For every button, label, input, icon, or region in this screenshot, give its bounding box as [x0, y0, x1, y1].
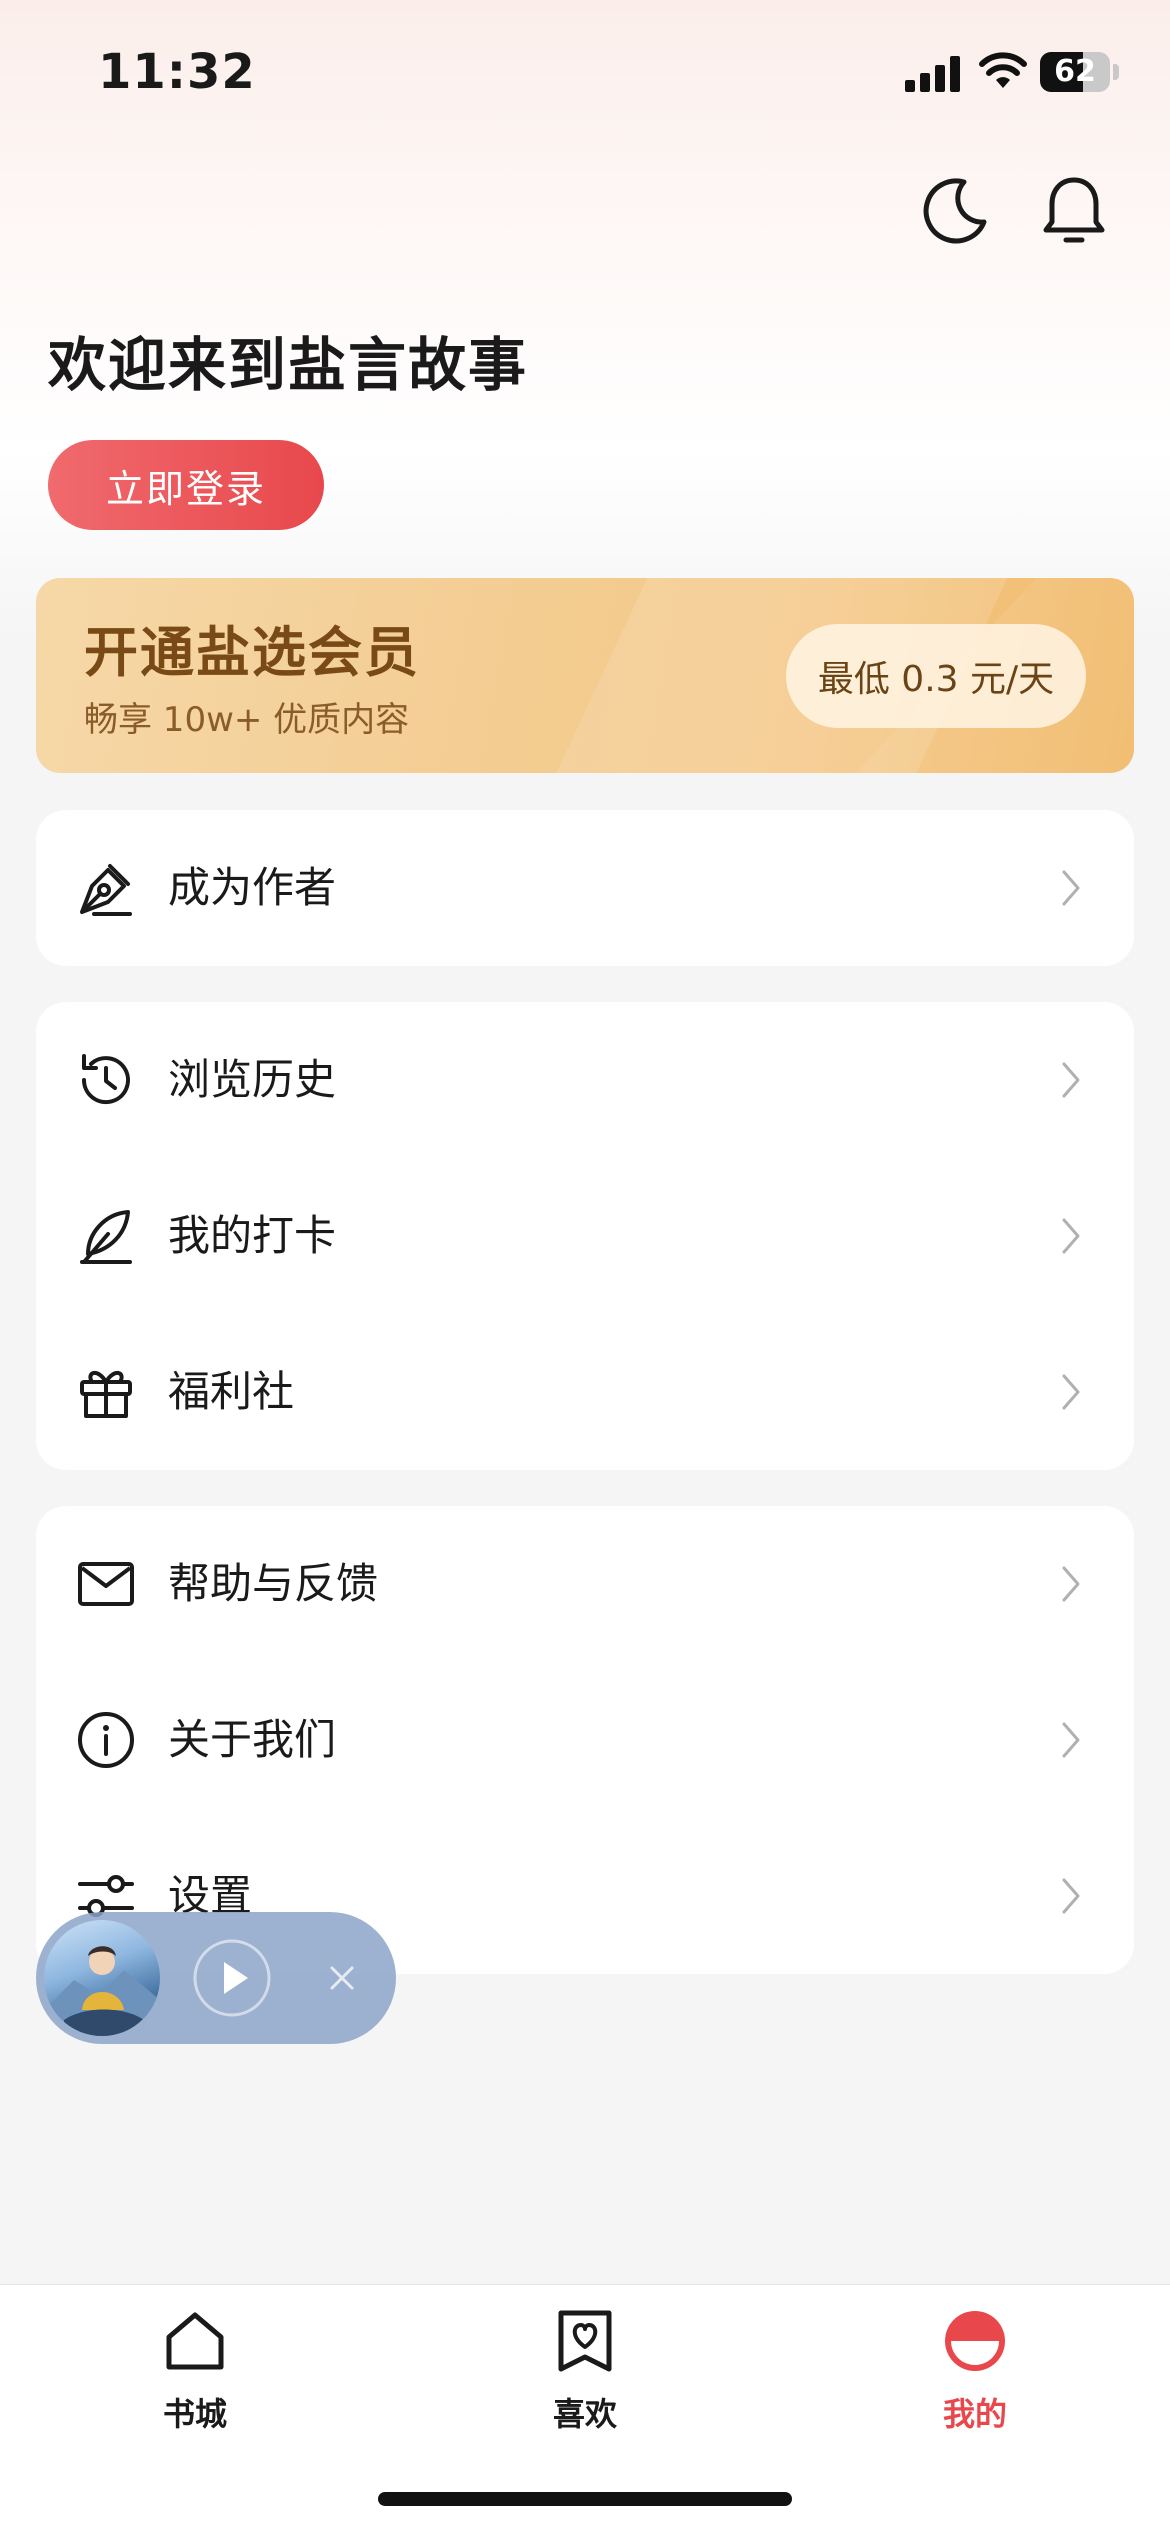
- battery-icon: 62: [1040, 52, 1110, 92]
- menu-item-label: 成为作者: [168, 863, 337, 912]
- mini-audio-player[interactable]: [36, 1912, 396, 2044]
- status-time: 11:32: [98, 44, 256, 100]
- vip-subtitle: 畅享 10w+ 优质内容: [84, 700, 410, 740]
- heart-bookmark-icon: [558, 2310, 612, 2372]
- login-button[interactable]: 立即登录: [48, 440, 324, 530]
- menu-card-support: 帮助与反馈 关于我们 设置: [36, 1506, 1134, 1974]
- mail-icon: [78, 1562, 134, 1606]
- status-bar: 11:32 62: [0, 0, 1170, 150]
- menu-item-label: 福利社: [168, 1367, 295, 1416]
- menu-item-label: 帮助与反馈: [168, 1559, 379, 1608]
- chevron-right-icon: [1062, 1566, 1080, 1602]
- moon-icon[interactable]: [914, 170, 994, 250]
- menu-item-label: 浏览历史: [168, 1055, 337, 1104]
- chevron-right-icon: [1062, 1374, 1080, 1410]
- vip-price-button[interactable]: 最低 0.3 元/天: [786, 624, 1086, 728]
- home-indicator: [378, 2492, 792, 2506]
- chevron-right-icon: [1062, 1878, 1080, 1914]
- battery-percentage: 62: [1054, 54, 1096, 89]
- info-icon: [78, 1712, 134, 1768]
- menu-item-welfare[interactable]: 福利社: [36, 1314, 1134, 1470]
- pen-nib-icon: [80, 864, 132, 916]
- menu-item-label: 关于我们: [168, 1715, 337, 1764]
- menu-item-become-author[interactable]: 成为作者: [36, 810, 1134, 966]
- tab-label: 书城: [162, 2395, 227, 2433]
- tab-mine[interactable]: 我的: [780, 2285, 1170, 2445]
- cellular-signal-icon: [905, 54, 961, 92]
- menu-card-activity: 浏览历史 我的打卡 福利社: [36, 1002, 1134, 1470]
- tab-label: 喜欢: [552, 2395, 617, 2433]
- chevron-right-icon: [1062, 1218, 1080, 1254]
- menu-item-about-us[interactable]: 关于我们: [36, 1662, 1134, 1818]
- welcome-title: 欢迎来到盐言故事: [48, 331, 529, 399]
- menu-item-help-feedback[interactable]: 帮助与反馈: [36, 1506, 1134, 1662]
- menu-item-my-checkin[interactable]: 我的打卡: [36, 1158, 1134, 1314]
- menu-item-label: 我的打卡: [168, 1211, 337, 1260]
- play-button[interactable]: [192, 1938, 272, 2018]
- tab-label: 我的: [942, 2395, 1007, 2433]
- battery-tip: [1113, 64, 1119, 80]
- tab-bookstore[interactable]: 书城: [0, 2285, 390, 2445]
- menu-card-author: 成为作者: [36, 810, 1134, 966]
- feather-icon: [80, 1210, 132, 1264]
- wifi-icon: [979, 52, 1027, 88]
- profile-icon: [945, 2311, 1005, 2371]
- tab-favorites[interactable]: 喜欢: [390, 2285, 780, 2445]
- gift-icon: [80, 1371, 132, 1418]
- bell-icon[interactable]: [1034, 170, 1114, 250]
- history-icon: [81, 1054, 130, 1105]
- vip-membership-banner[interactable]: 开通盐选会员 畅享 10w+ 优质内容 最低 0.3 元/天: [36, 578, 1134, 773]
- chevron-right-icon: [1062, 870, 1080, 906]
- cover-art-thumbnail[interactable]: [44, 1920, 160, 2036]
- vip-title: 开通盐选会员: [84, 620, 420, 684]
- close-icon[interactable]: [322, 1958, 362, 1998]
- chevron-right-icon: [1062, 1722, 1080, 1758]
- chevron-right-icon: [1062, 1062, 1080, 1098]
- home-icon: [166, 2312, 224, 2370]
- menu-item-browsing-history[interactable]: 浏览历史: [36, 1002, 1134, 1158]
